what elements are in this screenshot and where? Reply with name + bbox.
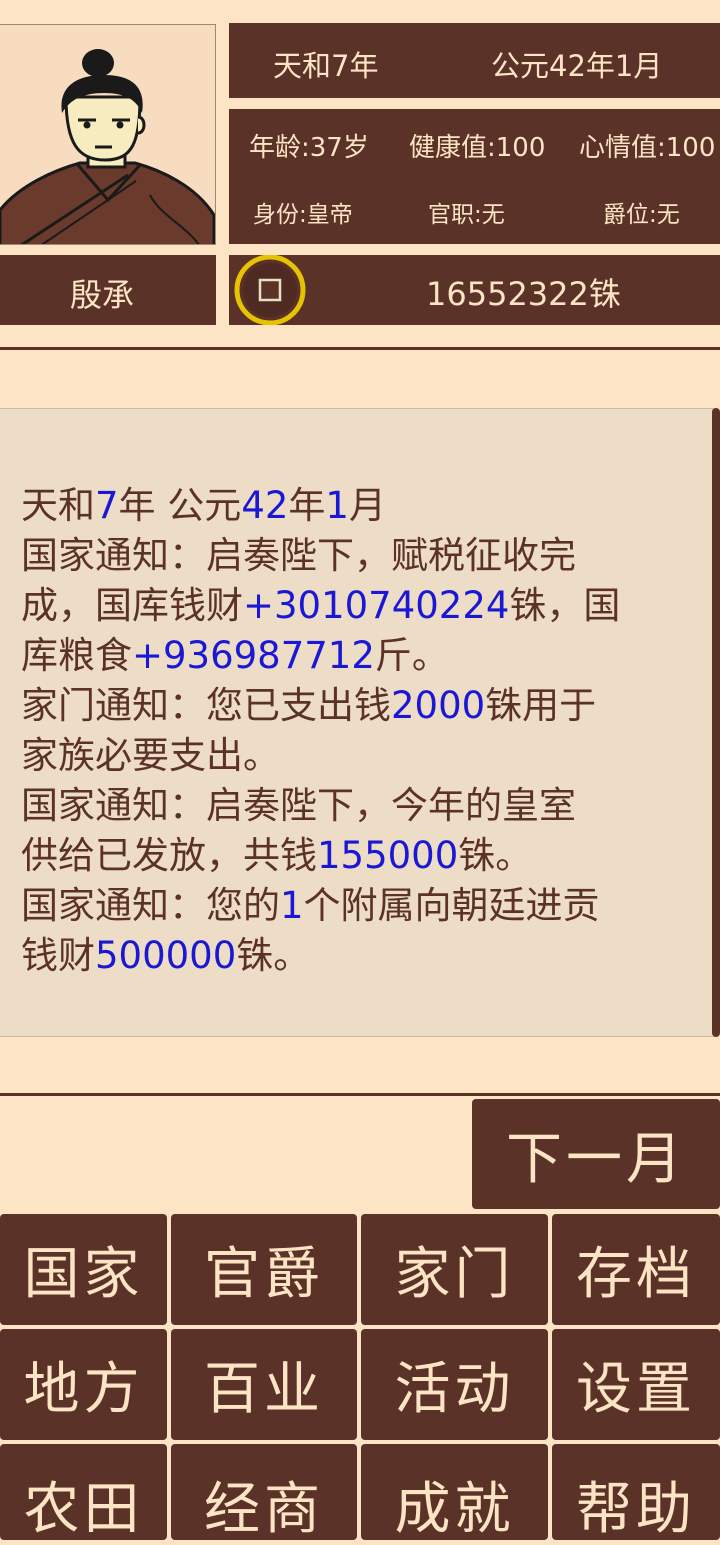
menu-button-farmland[interactable]: 农田	[0, 1444, 167, 1542]
log-text: 天和	[21, 484, 95, 527]
stats-panel: 年龄:37岁 健康值:100 心情值:100 身份:皇帝 官职:无 爵位:无	[229, 109, 720, 244]
log-text: 家门通知：您已支出钱	[21, 684, 391, 727]
menu-button-activities[interactable]: 活动	[361, 1329, 548, 1440]
log-number: 155000	[317, 834, 459, 877]
log-line: 国家通知：您的1个附属向朝廷进贡	[21, 881, 696, 931]
menu-label: 帮助	[576, 1477, 696, 1542]
menu-label: 百业	[204, 1357, 324, 1422]
log-line: 家族必要支出。	[21, 731, 696, 781]
next-month-label: 下一月	[506, 1126, 686, 1192]
log-line: 国家通知：启奏陛下，赋税征收完	[21, 531, 696, 581]
money-panel: 16552322铢	[229, 254, 720, 326]
log-line: 库粮食+936987712斤。	[21, 631, 696, 681]
menu-label: 国家	[23, 1242, 144, 1307]
log-line: 钱财500000铢。	[21, 931, 696, 981]
gregorian-date-label: 公元42年1月	[491, 49, 663, 83]
log-text: 月	[348, 484, 386, 527]
menu-button-industry[interactable]: 百业	[171, 1329, 357, 1440]
menu-label: 官爵	[204, 1242, 324, 1307]
menu-label: 成就	[394, 1477, 515, 1542]
character-name: 殷承	[70, 276, 135, 314]
menu-button-help[interactable]: 帮助	[552, 1444, 720, 1542]
log-text: 年 公元	[118, 484, 242, 527]
date-panel: 天和7年 公元42年1月	[229, 23, 720, 98]
log-text: 成，国库钱财	[21, 584, 243, 627]
menu-button-family[interactable]: 家门	[361, 1214, 548, 1325]
log-line: 国家通知：启奏陛下，今年的皇室	[21, 781, 696, 831]
office-stat: 官职:无	[428, 202, 505, 228]
bottom-divider	[0, 1093, 720, 1096]
log-line: 天和7年 公元42年1月	[21, 481, 696, 531]
log-text: 供给已发放，共钱	[21, 834, 317, 877]
log-text: 个附属向朝廷进贡	[303, 884, 600, 927]
log-text: 铢，国	[509, 584, 621, 627]
log-number: 42	[241, 484, 289, 527]
log-text: 家族必要支出。	[21, 734, 280, 777]
menu-button-state[interactable]: 国家	[0, 1214, 167, 1325]
log-text: 钱财	[21, 934, 95, 977]
log-text: 年	[288, 484, 326, 527]
log-line: 供给已发放，共钱155000铢。	[21, 831, 696, 881]
log-number: +936987712	[132, 634, 375, 677]
log-text: 国家通知：启奏陛下，赋税征收完	[21, 534, 576, 577]
log-text: 国家通知：您的	[21, 884, 280, 927]
log-text: 铢用于	[485, 684, 597, 727]
log-text: 库粮食	[21, 634, 132, 677]
menu-label: 农田	[23, 1477, 144, 1542]
menu-label: 存档	[576, 1242, 696, 1307]
log-text: 铢。	[458, 834, 533, 877]
menu-label: 设置	[576, 1357, 696, 1422]
menu-label: 地方	[23, 1357, 144, 1422]
mood-stat: 心情值:100	[579, 133, 716, 163]
log-number: 1	[280, 884, 304, 927]
coin-icon	[233, 254, 307, 326]
money-amount: 16552322铢	[426, 275, 621, 313]
character-portrait	[0, 24, 216, 245]
log-number: 500000	[95, 934, 237, 977]
log-text: 铢。	[236, 934, 311, 977]
log-number: +3010740224	[243, 584, 510, 627]
menu-button-achievements[interactable]: 成就	[361, 1444, 548, 1542]
era-label: 天和7年	[273, 49, 379, 83]
name-panel: 殷承	[0, 255, 216, 325]
top-divider	[0, 347, 720, 350]
log-scrollbar[interactable]	[712, 408, 720, 1037]
age-stat: 年龄:37岁	[249, 133, 369, 163]
menu-button-office[interactable]: 官爵	[171, 1214, 357, 1325]
next-month-button[interactable]: 下一月	[472, 1099, 720, 1209]
log-number: 7	[95, 484, 119, 527]
event-log: 天和7年 公元42年1月 国家通知：启奏陛下，赋税征收完 成，国库钱财+301074…	[0, 408, 714, 1037]
emperor-avatar-icon	[0, 49, 215, 244]
menu-label: 家门	[394, 1242, 515, 1307]
log-line: 家门通知：您已支出钱2000铢用于	[21, 681, 696, 731]
menu-button-save[interactable]: 存档	[552, 1214, 720, 1325]
log-text: 斤。	[374, 634, 449, 677]
menu-button-trade[interactable]: 经商	[171, 1444, 357, 1542]
menu-button-settings[interactable]: 设置	[552, 1329, 720, 1440]
menu-label: 经商	[204, 1477, 324, 1542]
menu-button-region[interactable]: 地方	[0, 1329, 167, 1440]
title-rank-stat: 爵位:无	[603, 202, 680, 228]
log-number: 2000	[391, 684, 486, 727]
menu-label: 活动	[394, 1357, 515, 1422]
log-number: 1	[325, 484, 349, 527]
identity-stat: 身份:皇帝	[253, 202, 353, 228]
log-line: 成，国库钱财+3010740224铢，国	[21, 581, 696, 631]
health-stat: 健康值:100	[409, 133, 546, 163]
log-text: 国家通知：启奏陛下，今年的皇室	[21, 784, 576, 827]
